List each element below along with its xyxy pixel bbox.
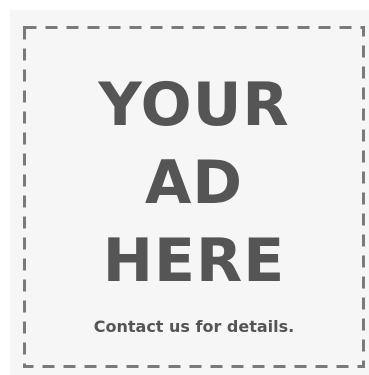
ad-contact-tagline: Contact us for details. xyxy=(93,317,295,336)
headline-line-2: AD xyxy=(144,148,244,218)
ad-headline: YOUR AD HERE xyxy=(23,66,365,300)
headline-line-3: HERE xyxy=(102,226,286,296)
headline-line-1: YOUR xyxy=(98,70,290,140)
